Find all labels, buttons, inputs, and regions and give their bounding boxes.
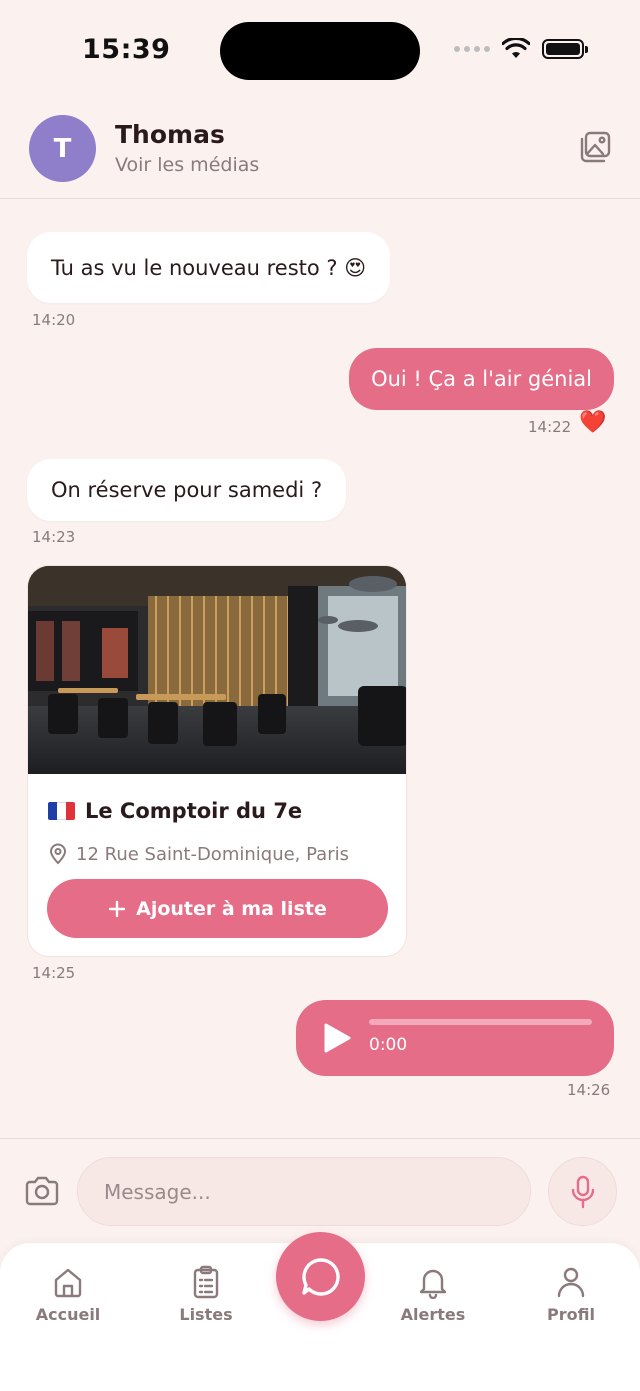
message-composer	[0, 1138, 640, 1243]
message-time: 14:22	[528, 418, 572, 436]
status-icons	[454, 38, 588, 60]
view-media-link[interactable]: Voir les médias	[115, 154, 259, 176]
camera-icon[interactable]	[24, 1175, 60, 1207]
tab-label: Profil	[547, 1305, 595, 1324]
bell-icon	[419, 1269, 447, 1299]
restaurant-address: 12 Rue Saint-Dominique, Paris	[48, 843, 349, 865]
message-text: Tu as vu le nouveau resto ? 😍	[51, 255, 367, 280]
user-icon	[557, 1267, 585, 1298]
message-time: 14:20	[32, 311, 76, 329]
message-text: Oui ! Ça a l'air génial	[371, 367, 592, 391]
tab-listes[interactable]: Listes	[156, 1265, 256, 1324]
incoming-message[interactable]: On réserve pour samedi ?	[27, 459, 347, 521]
message-time: 14:25	[32, 964, 76, 982]
microphone-button[interactable]	[548, 1157, 617, 1226]
tab-label: Listes	[179, 1305, 233, 1324]
bottom-tab-bar: Accueil Listes Alertes Profil	[0, 1232, 640, 1391]
restaurant-name-text: Le Comptoir du 7e	[85, 799, 303, 823]
voice-duration: 0:00	[369, 1035, 408, 1055]
restaurant-name[interactable]: Le Comptoir du 7e	[48, 799, 302, 823]
restaurant-card[interactable]: Le Comptoir du 7e 12 Rue Saint-Dominique…	[27, 565, 407, 957]
microphone-icon	[571, 1175, 594, 1208]
avatar[interactable]: T	[29, 115, 96, 182]
message-list[interactable]: Tu as vu le nouveau resto ? 😍 14:20 Oui …	[0, 200, 640, 1138]
restaurant-photo	[28, 566, 406, 774]
add-to-list-button[interactable]: Ajouter à ma liste	[47, 879, 388, 938]
message-text: On réserve pour samedi ?	[51, 478, 323, 502]
tab-messages[interactable]	[276, 1232, 365, 1321]
tab-label: Alertes	[400, 1305, 466, 1324]
home-icon	[54, 1268, 82, 1298]
battery-icon	[542, 39, 588, 59]
voice-message[interactable]: 0:00	[296, 1000, 614, 1076]
contact-name[interactable]: Thomas	[115, 120, 225, 149]
message-time: 14:23	[32, 528, 76, 546]
message-time: 14:26	[567, 1081, 611, 1099]
chat-header: T Thomas Voir les médias	[0, 100, 640, 199]
gallery-icon[interactable]	[578, 130, 612, 164]
message-input[interactable]	[77, 1157, 531, 1226]
wifi-icon	[502, 38, 530, 58]
address-text: 12 Rue Saint-Dominique, Paris	[76, 843, 349, 865]
heart-reaction-icon[interactable]: ❤️	[579, 410, 606, 435]
outgoing-message[interactable]: Oui ! Ça a l'air génial	[349, 348, 614, 410]
add-to-list-label: Ajouter à ma liste	[136, 897, 327, 920]
tab-accueil[interactable]: Accueil	[18, 1265, 118, 1324]
plus-icon	[108, 900, 126, 917]
location-pin-icon	[49, 843, 67, 865]
status-time: 15:39	[82, 34, 171, 65]
voice-progress-bar[interactable]	[369, 1019, 592, 1025]
france-flag-icon	[48, 802, 75, 820]
chat-bubble-icon	[301, 1257, 340, 1296]
cellular-signal-icon	[454, 46, 490, 52]
clipboard-icon	[193, 1265, 219, 1299]
tab-alertes[interactable]: Alertes	[383, 1265, 483, 1324]
tab-label: Accueil	[35, 1305, 101, 1324]
status-bar: 15:39	[0, 0, 640, 100]
dynamic-island	[220, 22, 420, 80]
incoming-message[interactable]: Tu as vu le nouveau resto ? 😍	[27, 232, 391, 303]
tab-profil[interactable]: Profil	[521, 1265, 621, 1324]
play-icon[interactable]	[322, 1022, 352, 1054]
